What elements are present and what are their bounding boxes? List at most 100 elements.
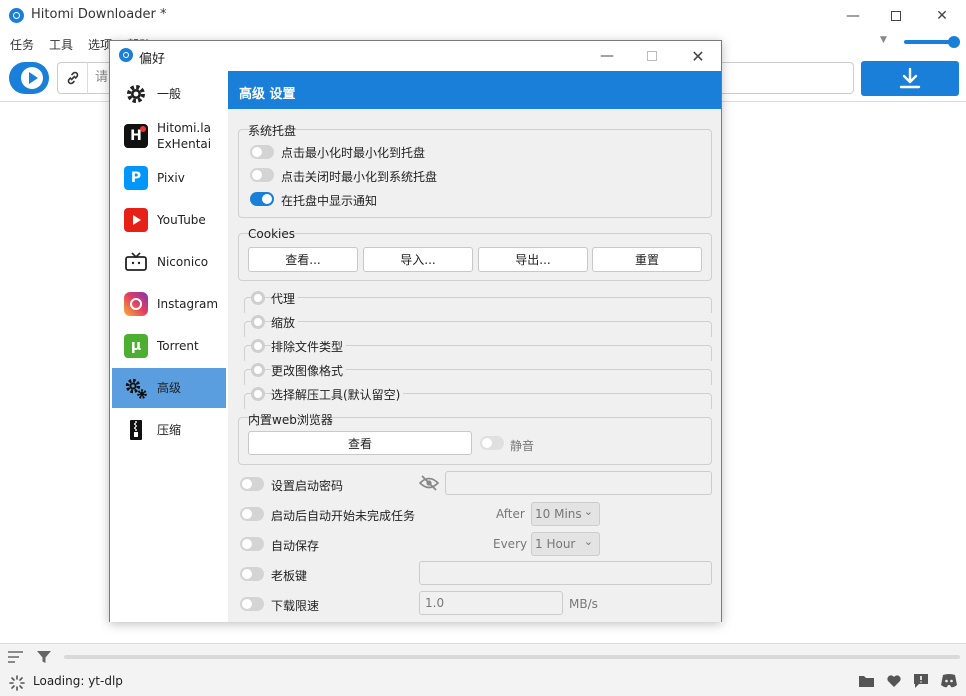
radio-exclude-filetypes[interactable] <box>251 339 265 353</box>
cookies-reset-button[interactable]: 重置 <box>592 247 702 272</box>
menu-tools[interactable]: 工具 <box>49 36 73 53</box>
niconico-icon <box>124 250 148 274</box>
radio-label: 代理 <box>271 290 299 307</box>
browser-view-button[interactable]: 查看 <box>248 431 472 455</box>
dialog-minimize-button[interactable]: — <box>584 41 630 71</box>
sidebar-item-label: Niconico <box>157 255 209 269</box>
minimize-button[interactable]: — <box>830 1 876 31</box>
sidebar-item-youtube[interactable]: YouTube <box>112 200 226 240</box>
toggle-mute[interactable] <box>480 436 504 450</box>
close-button[interactable]: ✕ <box>919 1 965 31</box>
app-icon <box>9 8 24 23</box>
zoom-group-edge <box>244 321 712 337</box>
sidebar-item-label: YouTube <box>157 213 206 227</box>
option-label: 启动后自动开始未完成任务 <box>271 509 416 523</box>
play-icon <box>21 67 43 89</box>
radio-label: 选择解压工具(默认留空) <box>271 386 404 403</box>
cookies-view-button[interactable]: 查看... <box>248 247 358 272</box>
sidebar-item-instagram[interactable]: Instagram <box>112 284 226 324</box>
group-title: 系统托盘 <box>248 124 297 138</box>
group-title: 内置web浏览器 <box>248 413 333 427</box>
panel-title: 高级 设置 <box>239 87 296 102</box>
volume-slider-knob[interactable] <box>948 36 960 48</box>
every-select[interactable]: 1 Hour ⌄ <box>531 532 600 556</box>
bosskey-input[interactable] <box>419 561 712 585</box>
sidebar-item-general[interactable]: 一般 <box>112 74 226 114</box>
option-label: 自动保存 <box>271 539 320 553</box>
heart-icon[interactable] <box>886 674 902 691</box>
radio-unzip-tool[interactable] <box>251 387 265 401</box>
feedback-icon[interactable] <box>913 673 929 692</box>
toggle-minimize-to-tray[interactable] <box>250 145 274 159</box>
sidebar-item-label: Hitomi.la ExHentai <box>157 121 212 151</box>
minimize-icon: — <box>846 8 860 24</box>
start-button[interactable] <box>9 62 49 94</box>
chevron-down-icon[interactable]: ▼ <box>880 35 887 45</box>
pixiv-icon: P <box>124 166 148 190</box>
group-title: Cookies <box>248 227 295 241</box>
minimize-icon: — <box>600 48 614 64</box>
sidebar-item-label: Pixiv <box>157 171 185 185</box>
toggle-tray-notification[interactable] <box>250 192 274 206</box>
download-button[interactable] <box>861 61 959 96</box>
discord-icon[interactable] <box>940 673 958 692</box>
toggle-autostart[interactable] <box>240 507 264 521</box>
sidebar-item-pixiv[interactable]: P Pixiv <box>112 158 226 198</box>
radio-proxy[interactable] <box>251 291 265 305</box>
toggle-speed-limit[interactable] <box>240 597 264 611</box>
chevron-down-icon: ⌄ <box>583 505 593 518</box>
mute-label: 静音 <box>510 439 535 453</box>
hitomi-icon: H <box>124 124 148 148</box>
close-icon: ✕ <box>936 8 948 24</box>
cookies-import-button[interactable]: 导入... <box>363 247 473 272</box>
sidebar-item-label: Instagram <box>157 297 219 311</box>
dialog-title: 偏好 <box>139 52 166 67</box>
torrent-icon: µ <box>124 334 148 358</box>
link-icon <box>57 62 87 94</box>
sidebar-item-compress[interactable]: 压缩 <box>112 410 226 450</box>
folder-icon[interactable] <box>858 674 875 691</box>
download-icon <box>899 67 921 88</box>
radio-image-format[interactable] <box>251 363 265 377</box>
filter-icon[interactable] <box>36 649 52 668</box>
speed-unit: MB/s <box>569 597 598 611</box>
sidebar-item-hitomi[interactable]: H Hitomi.la ExHentai <box>112 116 226 156</box>
toggle-startup-password[interactable] <box>240 477 264 491</box>
app-icon <box>119 48 133 62</box>
radio-label: 缩放 <box>271 314 299 331</box>
dialog-close-button[interactable]: ✕ <box>675 41 721 71</box>
radio-zoom[interactable] <box>251 315 265 329</box>
speed-limit-input[interactable]: 1.0 <box>419 591 563 615</box>
toggle-close-to-tray[interactable] <box>250 168 274 182</box>
zip-icon <box>124 418 148 442</box>
instagram-icon <box>124 292 148 316</box>
toggle-autosave[interactable] <box>240 537 264 551</box>
sort-icon[interactable] <box>7 650 25 667</box>
radio-label: 更改图像格式 <box>271 362 347 379</box>
sidebar-item-torrent[interactable]: µ Torrent <box>112 326 226 366</box>
maximize-icon <box>647 51 657 61</box>
dialog-maximize-button[interactable] <box>629 41 675 71</box>
sidebar-item-label: 高级 <box>157 381 182 395</box>
after-select[interactable]: 10 Mins ⌄ <box>531 502 600 526</box>
window-title: Hitomi Downloader * <box>31 7 167 22</box>
sidebar-item-label: Torrent <box>157 339 199 353</box>
option-label: 下载限速 <box>271 599 320 613</box>
cookies-export-button[interactable]: 导出... <box>478 247 588 272</box>
after-value: 10 Mins <box>535 507 582 521</box>
sidebar-item-advanced[interactable]: 高级 <box>112 368 226 408</box>
maximize-button[interactable] <box>873 1 919 31</box>
sidebar-item-niconico[interactable]: Niconico <box>112 242 226 282</box>
eye-slash-icon[interactable] <box>418 475 440 494</box>
menu-tasks[interactable]: 任务 <box>10 36 34 53</box>
option-label: 老板键 <box>271 569 308 583</box>
radio-label: 排除文件类型 <box>271 338 347 355</box>
toggle-bosskey[interactable] <box>240 567 264 581</box>
password-input[interactable] <box>445 471 712 495</box>
option-label: 点击最小化时最小化到托盘 <box>281 146 426 160</box>
status-text: Loading: yt-dlp <box>33 674 123 688</box>
every-value: 1 Hour <box>535 537 576 551</box>
status-bar <box>0 643 966 696</box>
youtube-icon <box>124 208 148 232</box>
proxy-group-edge <box>244 297 712 313</box>
